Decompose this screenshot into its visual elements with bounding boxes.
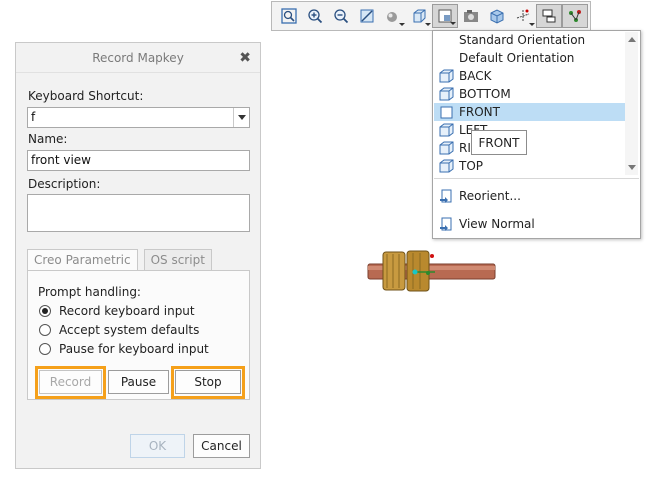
menu-item-reorient[interactable]: Reorient...: [434, 187, 634, 205]
option-label: Record keyboard input: [59, 304, 195, 318]
tab-os-script[interactable]: OS script: [143, 249, 212, 271]
description-field[interactable]: [27, 194, 250, 232]
description-label: Description:: [28, 177, 101, 191]
tooltip: FRONT: [471, 130, 527, 155]
saved-orientations-icon[interactable]: [406, 4, 432, 28]
cancel-button[interactable]: Cancel: [193, 434, 250, 458]
menu-item-label: Default Orientation: [459, 51, 575, 65]
view-normal-icon: [439, 217, 455, 231]
shortcut-label: Keyboard Shortcut:: [28, 89, 144, 103]
option-accept-system-defaults[interactable]: Accept system defaults: [39, 323, 199, 337]
view-cube-icon: [439, 69, 455, 83]
tab-bar: Creo Parametric OS script: [27, 249, 218, 271]
view-manager-icon[interactable]: [458, 4, 484, 28]
option-record-keyboard-input[interactable]: Record keyboard input: [39, 304, 195, 318]
datum-point-icon: [426, 271, 430, 275]
stop-button[interactable]: Stop: [175, 370, 241, 394]
menu-item-front[interactable]: FRONT: [434, 103, 625, 121]
menu-item-label: Standard Orientation: [459, 33, 586, 47]
display-style-icon[interactable]: [380, 4, 406, 28]
ok-button[interactable]: OK: [130, 434, 185, 458]
view-cube-icon: [439, 123, 455, 137]
menu-item-view-normal[interactable]: View Normal: [434, 215, 634, 233]
dialog-title: Record Mapkey: [92, 50, 184, 65]
menu-item-default-orientation[interactable]: Default Orientation: [434, 49, 625, 67]
zoom-fit-icon[interactable]: [276, 4, 302, 28]
menu-scrollbar[interactable]: [625, 32, 638, 175]
datum-point-icon: [430, 254, 434, 258]
radio-selected-icon[interactable]: [39, 305, 51, 317]
menu-item-label: View Normal: [459, 217, 535, 231]
gear-right-shape: [406, 250, 430, 292]
view-cube-icon: [439, 159, 455, 173]
menu-item-label: TOP: [459, 159, 484, 173]
annotation-display-icon[interactable]: [536, 4, 562, 28]
menu-item-back[interactable]: BACK: [434, 67, 625, 85]
gear-left-shape: [382, 251, 406, 291]
name-value: front view: [31, 153, 91, 167]
appearance-icon[interactable]: [562, 4, 588, 28]
scroll-up-icon[interactable]: [628, 37, 636, 42]
name-label: Name:: [28, 132, 68, 146]
blank-icon: [439, 33, 455, 47]
blank-icon: [439, 51, 455, 65]
view-cube-icon: [439, 87, 455, 101]
graphics-toolbar: [271, 1, 591, 31]
menu-item-label: FRONT: [459, 105, 500, 119]
tab-creo-parametric[interactable]: Creo Parametric: [27, 249, 138, 271]
named-views-icon[interactable]: [432, 4, 458, 28]
name-field[interactable]: front view: [27, 150, 250, 171]
record-mapkey-dialog: Record Mapkey ✖ Keyboard Shortcut: f Nam…: [15, 42, 261, 469]
pause-button[interactable]: Pause: [108, 370, 169, 394]
option-pause-for-keyboard-input[interactable]: Pause for keyboard input: [39, 342, 209, 356]
spin-center-icon[interactable]: [484, 4, 510, 28]
menu-item-bottom[interactable]: BOTTOM: [434, 85, 625, 103]
shortcut-combo[interactable]: f: [27, 107, 250, 128]
shortcut-value: f: [31, 110, 36, 124]
menu-item-label: BACK: [459, 69, 492, 83]
option-label: Accept system defaults: [59, 323, 200, 337]
menu-item-left[interactable]: LEFT: [434, 121, 625, 139]
view-cube-icon: [439, 141, 455, 155]
menu-item-label: Reorient...: [459, 189, 521, 203]
menu-item-right[interactable]: RIGHT: [434, 139, 625, 157]
option-label: Pause for keyboard input: [59, 342, 209, 356]
radio-icon[interactable]: [39, 324, 51, 336]
saved-orientations-menu: Standard Orientation Default Orientation…: [432, 30, 641, 239]
datum-display-icon[interactable]: [510, 4, 536, 28]
record-button[interactable]: Record: [39, 370, 102, 394]
menu-divider: [434, 178, 639, 179]
model-graphic: [367, 250, 496, 292]
menu-item-label: BOTTOM: [459, 87, 511, 101]
repaint-icon[interactable]: [354, 4, 380, 28]
chevron-down-icon[interactable]: [233, 108, 249, 127]
prompt-handling-label: Prompt handling:: [38, 285, 141, 299]
zoom-in-icon[interactable]: [302, 4, 328, 28]
datum-point-icon: [412, 269, 418, 275]
reorient-icon: [439, 189, 455, 203]
radio-icon[interactable]: [39, 343, 51, 355]
zoom-out-icon[interactable]: [328, 4, 354, 28]
menu-item-standard-orientation[interactable]: Standard Orientation: [434, 31, 625, 49]
dialog-title-bar: Record Mapkey ✖: [16, 43, 260, 73]
close-icon[interactable]: ✖: [239, 50, 251, 66]
menu-item-top[interactable]: TOP: [434, 157, 625, 175]
scroll-down-icon[interactable]: [628, 165, 636, 170]
view-front-icon: [439, 105, 455, 119]
